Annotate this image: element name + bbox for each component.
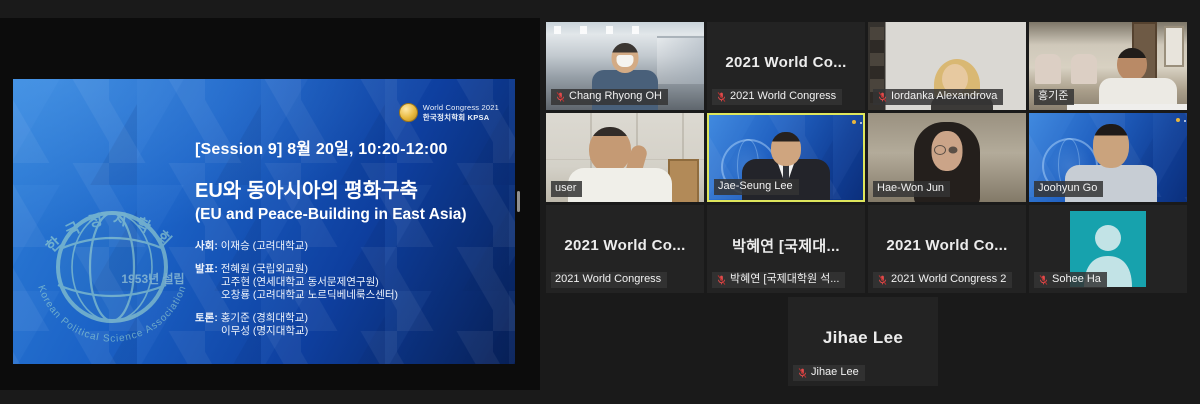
muted-mic-icon <box>877 91 888 103</box>
discussant-line-1: 토론: 홍기준 (경희대학교) <box>195 312 507 325</box>
presenter-line-1: 발표: 전혜원 (국립외교원) <box>195 263 507 276</box>
session-heading: [Session 9] 8월 20일, 10:20-12:00 <box>195 135 507 159</box>
participant-name-label: Jihae Lee <box>793 365 865 381</box>
badge-text: World Congress 2021 한국정치학회 KPSA <box>423 103 499 122</box>
participant-name-label: Hae-Won Jun <box>873 181 950 197</box>
participant-name-label: Chang Rhyong OH <box>551 89 668 105</box>
kpsa-seal-watermark: 한국정치학회 Korean Political Science Associat… <box>27 179 197 355</box>
participant-tile-sohee-ha[interactable]: Sohee Ha <box>1029 205 1187 293</box>
pane-resize-handle[interactable] <box>517 191 520 212</box>
participant-name-label: 박혜연 [국제대학원 석... <box>712 272 845 288</box>
presenter-line-3: 오창룡 (고려대학교 노르딕베네룩스센터) <box>221 289 507 302</box>
participant-name-label: Jae-Seung Lee <box>714 179 799 195</box>
muted-mic-icon <box>716 274 727 286</box>
moderator-line: 사회: 이재승 (고려대학교) <box>195 240 507 253</box>
session-title-english: (EU and Peace-Building in East Asia) <box>195 206 507 224</box>
presenter-line-2: 고주현 (연세대학교 동서문제연구원) <box>221 276 507 289</box>
participant-name-label: 2021 World Congress <box>712 89 842 105</box>
zoom-meeting-window: World Congress 2021 한국정치학회 KPSA <box>0 0 1200 404</box>
participant-name-label: Joohyun Go <box>1034 181 1103 197</box>
participant-tile-hae-won-jun[interactable]: Hae-Won Jun <box>868 113 1026 202</box>
participant-name-label: Iordanka Alexandrova <box>873 89 1003 105</box>
participant-tile-hong-ki-jun[interactable]: 홍기준 <box>1029 22 1187 110</box>
participant-tile-user[interactable]: user <box>546 113 704 202</box>
participant-tile-park-hye-yeon[interactable]: 박혜연 [국제대... 박혜연 [국제대학원 석... <box>707 205 865 293</box>
muted-mic-icon <box>877 274 888 286</box>
gold-medal-icon <box>399 103 418 122</box>
participant-tile-jihae-lee[interactable]: Jihae Lee Jihae Lee <box>788 297 938 386</box>
muted-mic-icon <box>555 91 566 103</box>
participant-tile-jae-seung-lee-active-speaker[interactable]: Jae-Seung Lee <box>707 113 865 202</box>
muted-mic-icon <box>797 367 808 379</box>
world-congress-badge: World Congress 2021 한국정치학회 KPSA <box>399 103 499 122</box>
muted-mic-icon <box>716 91 727 103</box>
participant-tile-2021-world-congress-2[interactable]: 2021 World Co... 2021 World Congress 2 <box>868 205 1026 293</box>
participant-tile-joohyun-go[interactable]: Joohyun Go <box>1029 113 1187 202</box>
participant-name-label: 홍기준 <box>1034 89 1074 105</box>
participant-tile-2021-world-congress[interactable]: 2021 World Co... 2021 World Congress <box>707 22 865 110</box>
svg-text:1953년 설립: 1953년 설립 <box>121 271 184 286</box>
kpsa-mini-logo <box>852 120 856 124</box>
session-title-korean: EU와 동아시아의 평화구축 <box>195 174 507 203</box>
participant-tile-iordanka-alexandrova[interactable]: Iordanka Alexandrova <box>868 22 1026 110</box>
participant-name-label: Sohee Ha <box>1034 272 1107 288</box>
presentation-slide: World Congress 2021 한국정치학회 KPSA <box>13 79 515 364</box>
discussant-line-2: 이무성 (명지대학교) <box>221 325 507 338</box>
participant-name-label: 2021 World Congress <box>551 272 667 288</box>
participant-name-label: user <box>551 181 582 197</box>
kpsa-mini-logo <box>1176 118 1180 122</box>
participant-tile-2021-world-congress-share[interactable]: 2021 World Co... 2021 World Congress <box>546 205 704 293</box>
participant-tile-chang-rhyong-oh[interactable]: Chang Rhyong OH <box>546 22 704 110</box>
muted-mic-icon <box>1038 274 1049 286</box>
shared-screen-pane: World Congress 2021 한국정치학회 KPSA <box>0 18 540 390</box>
participant-name-label: 2021 World Congress 2 <box>873 272 1012 288</box>
